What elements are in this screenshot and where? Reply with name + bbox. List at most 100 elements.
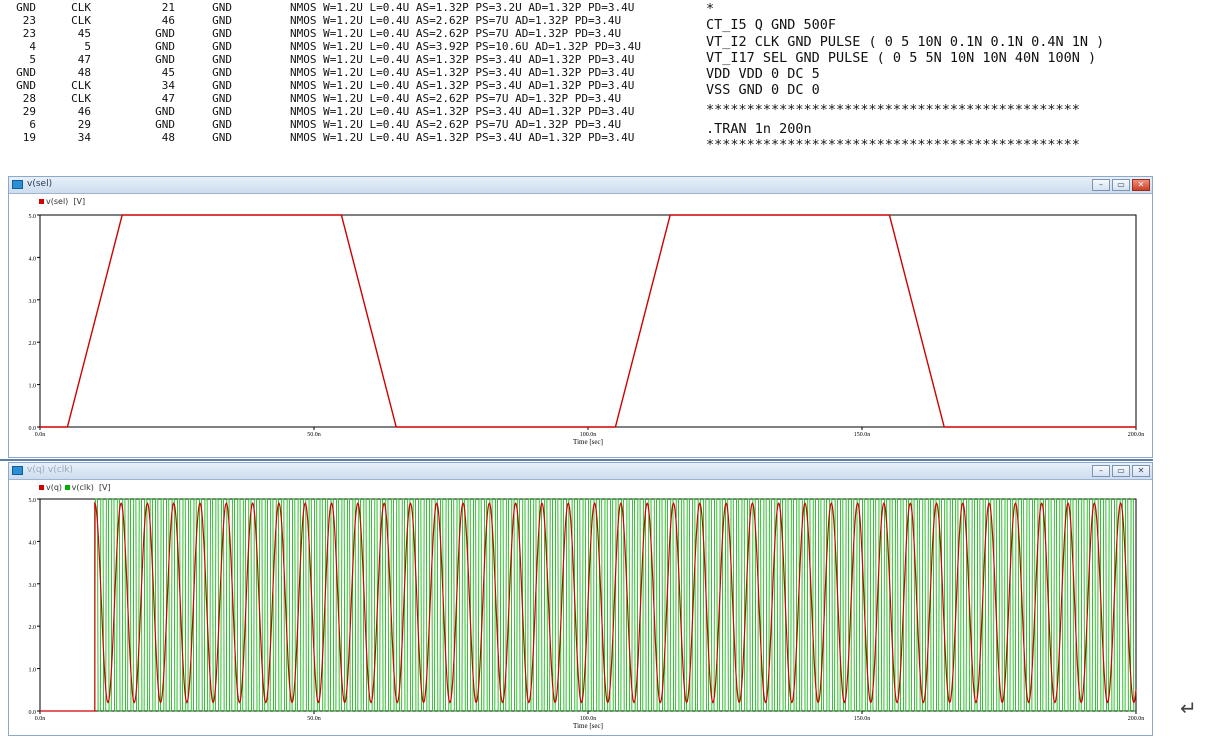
x-axis-label: Time [sec] [573,722,603,730]
netlist-node: CLK [71,1,91,14]
y-tick-label: 3.0 [29,583,37,589]
x-tick-label: 150.0n [854,716,871,722]
netlist-model: NMOS W=1.2U L=0.4U AS=3.92P PS=10.6U AD=… [290,40,641,53]
minimize-button[interactable]: – [1092,179,1110,191]
spice-line: * [706,1,715,17]
spice-line: ****************************************… [706,137,1080,153]
netlist-node: GND [16,1,36,14]
waveform-window-sel[interactable]: v(sel) – ▭ ✕ v(sel) [V] 0.0 1.0 2.0 3.0 4.0 5… [8,176,1153,458]
plot-area-q-clk[interactable]: 0.01.02.03.04.05.00.0n 50.0n 100.0n 150.0n 2… [9,480,1152,735]
netlist-node: 6 [29,118,36,131]
netlist-node: GND [212,1,232,14]
netlist-model: NMOS W=1.2U L=0.4U AS=2.62P PS=7U AD=1.3… [290,92,622,105]
netlist-node: 29 [22,105,36,118]
x-tick-label: 50.0n [307,432,321,438]
netlist-node: 45 [77,27,91,40]
netlist-node: GND [16,79,36,92]
netlist-model: NMOS W=1.2U L=0.4U AS=1.32P PS=3.4U AD=1… [290,53,635,66]
close-button[interactable]: ✕ [1132,465,1150,477]
y-tick-label: 2.0 [29,625,37,631]
netlist-node: GND [212,79,232,92]
y-tick-label: 4.0 [29,540,37,546]
window-titlebar[interactable]: v(sel) – ▭ ✕ [9,177,1152,194]
netlist-model: NMOS W=1.2U L=0.4U AS=2.62P PS=7U AD=1.3… [290,118,622,131]
netlist-node: GND [212,40,232,53]
x-tick-label: 0.0n [35,432,46,438]
waveform-window-icon [12,180,23,189]
spice-line: CT_I5 Q GND 500F [706,17,837,33]
netlist-node: 46 [77,105,91,118]
netlist-node: 28 [22,92,36,105]
netlist-node: GND [155,118,175,131]
netlist-node: GND [212,14,232,27]
netlist-node: GND [212,53,232,66]
plot-area-sel[interactable]: 0.01.02.03.04.05.00.0n 50.0n 100.0n 150.0n 2… [9,194,1152,457]
spice-line: VSS GND 0 DC 0 [706,82,820,98]
maximize-button[interactable]: ▭ [1112,179,1130,191]
netlist-model: NMOS W=1.2U L=0.4U AS=1.32P PS=3.4U AD=1… [290,79,635,92]
window-title: v(q) v(clk) [27,465,73,475]
netlist-model: NMOS W=1.2U L=0.4U AS=1.32P PS=3.4U AD=1… [290,105,635,118]
netlist-node: CLK [71,92,91,105]
netlist-node: GND [212,131,232,144]
window-title: v(sel) [27,179,53,189]
spice-line: VT_I17 SEL GND PULSE ( 0 5 5N 10N 10N 40… [706,50,1097,66]
netlist-node: 34 [161,79,175,92]
netlist-node: 48 [77,66,91,79]
netlist-node: GND [212,92,232,105]
netlist-node: CLK [71,79,91,92]
spice-line: .TRAN 1n 200n [706,121,812,137]
netlist-node: GND [212,27,232,40]
netlist-node: 46 [161,14,175,27]
netlist-node: 23 [22,27,36,40]
netlist-node: GND [212,118,232,131]
netlist-model: NMOS W=1.2U L=0.4U AS=2.62P PS=7U AD=1.3… [290,14,622,27]
spice-directives: * CT_I5 Q GND 500F VT_I2 CLK GND PULSE ( 0… [706,0,1225,160]
maximize-button[interactable]: ▭ [1112,465,1130,477]
netlist-node: 34 [77,131,91,144]
netlist-model: NMOS W=1.2U L=0.4U AS=1.32P PS=3.4U AD=1… [290,66,635,79]
netlist-node: GND [212,66,232,79]
x-axis-label: Time [sec] [573,438,603,446]
x-tick-label: 200.0n [1128,716,1145,722]
x-tick-label: 200.0n [1128,432,1145,438]
x-tick-label: 50.0n [307,716,321,722]
y-tick-label: 4.0 [29,256,37,262]
spice-line: VDD VDD 0 DC 5 [706,66,820,82]
spice-line: ****************************************… [706,102,1080,118]
netlist-node: GND [212,105,232,118]
waveform-window-q-clk[interactable]: v(q) v(clk) – ▭ ✕ v(q) v(clk) [V] 0.0 1.0… [8,462,1153,736]
netlist-node: 48 [161,131,175,144]
x-tick-label: 150.0n [854,432,871,438]
netlist-node: 19 [22,131,36,144]
close-button[interactable]: ✕ [1132,179,1150,191]
netlist-node: 45 [161,66,175,79]
netlist-node: GND [155,105,175,118]
netlist-model: NMOS W=1.2U L=0.4U AS=1.32P PS=3.4U AD=1… [290,131,635,144]
y-tick-label: 1.0 [29,384,37,390]
y-tick-label: 5.0 [29,498,37,504]
netlist-node: GND [155,53,175,66]
window-titlebar[interactable]: v(q) v(clk) – ▭ ✕ [9,463,1152,480]
y-tick-label: 1.0 [29,668,37,674]
netlist-node: 23 [22,14,36,27]
waveform-window-icon [12,466,23,475]
netlist-node: 5 [84,40,91,53]
plot-frame [39,214,1137,428]
netlist-node: 47 [77,53,91,66]
netlist-node: CLK [71,14,91,27]
netlist-node: 5 [29,53,36,66]
netlist-node: 4 [29,40,36,53]
y-tick-label: 5.0 [29,214,37,220]
y-tick-label: 2.0 [29,341,37,347]
netlist-node: GND [155,40,175,53]
netlist-text: GND CLK 21 GND NMOS W=1.2U L=0.4U AS=1.32P P… [0,0,700,160]
netlist-model: NMOS W=1.2U L=0.4U AS=1.32P PS=3.2U AD=1… [290,1,635,14]
netlist-node: 47 [161,92,175,105]
netlist-node: GND [155,27,175,40]
minimize-button[interactable]: – [1092,465,1110,477]
return-mark-icon: ↵ [1180,696,1197,720]
netlist-model: NMOS W=1.2U L=0.4U AS=2.62P PS=7U AD=1.3… [290,27,622,40]
netlist-node: 21 [161,1,175,14]
spice-line: VT_I2 CLK GND PULSE ( 0 5 10N 0.1N 0.1N … [706,34,1105,50]
